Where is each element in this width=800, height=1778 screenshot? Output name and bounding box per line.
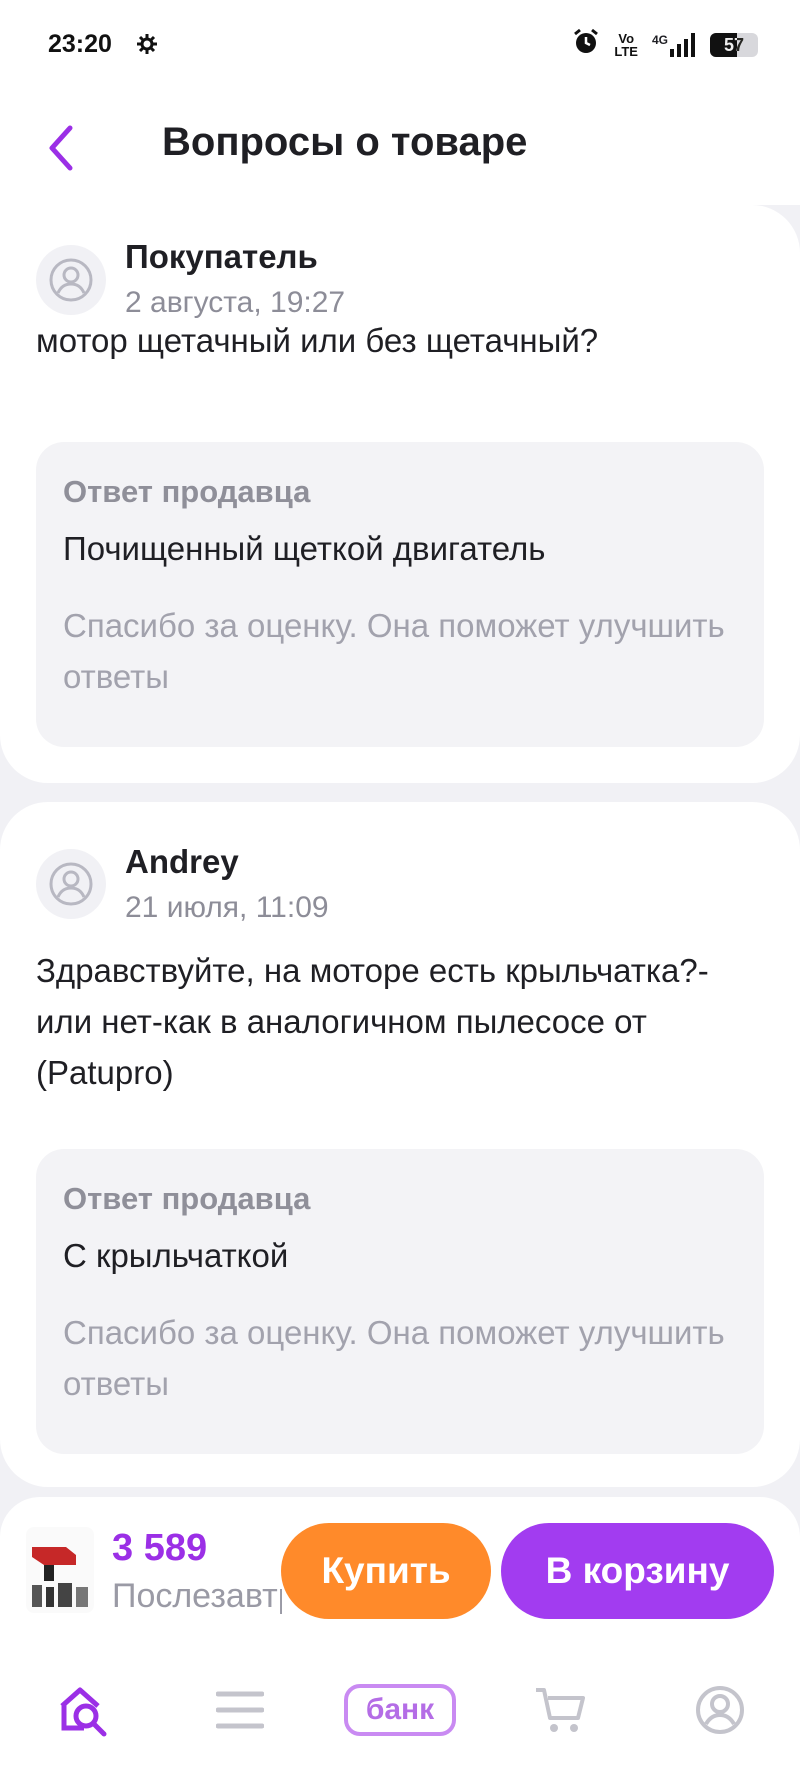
nav-catalog[interactable] bbox=[208, 1678, 272, 1742]
product-price: 3 589 bbox=[112, 1527, 208, 1569]
delivery-date: Послезавтра bbox=[112, 1577, 282, 1615]
nav-profile[interactable] bbox=[688, 1678, 752, 1742]
bank-icon: банк bbox=[344, 1684, 456, 1736]
answer-heading: Ответ продавца bbox=[63, 1181, 311, 1216]
nav-bank[interactable]: банк bbox=[344, 1678, 456, 1742]
signal-icon: 4G bbox=[651, 32, 696, 57]
user-avatar-icon bbox=[49, 258, 93, 302]
volte-bottom-label: LTE bbox=[614, 43, 638, 59]
back-button[interactable] bbox=[40, 118, 84, 178]
answer-heading: Ответ продавца bbox=[63, 474, 311, 509]
alarm-icon bbox=[572, 28, 600, 61]
question-date: 21 июля, 11:09 bbox=[125, 891, 329, 924]
bottom-nav: банк bbox=[0, 1650, 800, 1778]
product-thumbnail[interactable] bbox=[26, 1527, 94, 1613]
buy-panel: 3 589 Послезавтра Купить В корзину bbox=[0, 1497, 800, 1650]
profile-icon bbox=[696, 1686, 744, 1734]
question-author: Покупатель bbox=[125, 238, 318, 275]
nav-home[interactable] bbox=[52, 1678, 116, 1742]
battery-icon: 57 bbox=[710, 32, 758, 57]
volte-indicator: Vo LTE bbox=[614, 32, 638, 58]
status-bar: 23:20 Vo LTE 4G 57 bbox=[0, 0, 800, 90]
cart-icon bbox=[536, 1688, 585, 1732]
home-search-icon bbox=[60, 1687, 107, 1737]
settings-gear-icon bbox=[136, 33, 158, 60]
seller-answer: Ответ продавца С крыльчаткой Спасибо за … bbox=[36, 1149, 764, 1454]
answer-feedback-note: Спасибо за оценку. Она поможет улучшить … bbox=[63, 1314, 725, 1402]
avatar bbox=[36, 849, 106, 919]
add-to-cart-button[interactable]: В корзину bbox=[501, 1523, 774, 1619]
buy-button[interactable]: Купить bbox=[281, 1523, 491, 1619]
nav-cart[interactable] bbox=[528, 1678, 592, 1742]
user-avatar-icon bbox=[49, 862, 93, 906]
answer-text: С крыльчаткой bbox=[63, 1237, 289, 1274]
catalog-menu-icon bbox=[216, 1691, 264, 1729]
question-text: мотор щетачный или без щетачный? bbox=[36, 322, 599, 359]
question-card: Покупатель 2 августа, 19:27 мотор щетачн… bbox=[0, 205, 800, 783]
status-icons: Vo LTE 4G 57 bbox=[572, 28, 758, 61]
question-text: Здравствуйте, на моторе есть крыльчатка?… bbox=[36, 952, 709, 1091]
avatar bbox=[36, 245, 106, 315]
chevron-left-icon bbox=[49, 125, 73, 171]
answer-text: Почищенный щеткой двигатель bbox=[63, 530, 546, 567]
battery-percent: 57 bbox=[723, 34, 745, 55]
question-card: Andrey 21 июля, 11:09 Здравствуйте, на м… bbox=[0, 802, 800, 1487]
app-header: Вопросы о товаре bbox=[0, 90, 800, 205]
status-time: 23:20 bbox=[48, 30, 112, 58]
product-image-icon bbox=[26, 1527, 94, 1613]
seller-answer: Ответ продавца Почищенный щеткой двигате… bbox=[36, 442, 764, 747]
page-title: Вопросы о товаре bbox=[162, 120, 528, 164]
question-author: Andrey bbox=[125, 843, 239, 880]
answer-feedback-note: Спасибо за оценку. Она поможет улучшить … bbox=[63, 607, 725, 695]
bank-label: банк bbox=[365, 1693, 435, 1726]
network-type: 4G bbox=[651, 32, 668, 47]
